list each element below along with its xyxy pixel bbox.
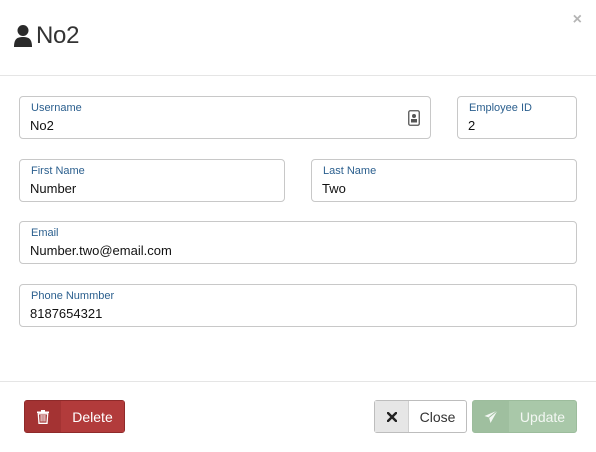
- delete-button[interactable]: Delete: [24, 400, 125, 433]
- phone-input[interactable]: [30, 306, 475, 321]
- last-name-input[interactable]: [322, 181, 534, 196]
- close-button[interactable]: Close: [374, 400, 467, 433]
- update-button[interactable]: Update: [472, 400, 577, 433]
- username-field[interactable]: Username: [19, 96, 431, 139]
- delete-label: Delete: [61, 401, 124, 432]
- edit-user-modal: No2 × Username Employee ID First Name La…: [0, 0, 596, 451]
- username-input[interactable]: [30, 118, 358, 133]
- email-field[interactable]: Email: [19, 221, 577, 264]
- contact-card-icon[interactable]: [408, 110, 420, 126]
- email-label: Email: [31, 227, 59, 239]
- email-input[interactable]: [30, 243, 475, 258]
- update-label: Update: [519, 408, 566, 425]
- employee-id-field[interactable]: Employee ID: [457, 96, 577, 139]
- modal-header: No2 ×: [0, 0, 596, 76]
- employee-id-label: Employee ID: [469, 102, 532, 114]
- user-icon: [14, 25, 32, 47]
- first-name-input[interactable]: [30, 181, 242, 196]
- phone-field[interactable]: Phone Nummber: [19, 284, 577, 327]
- employee-id-input[interactable]: [468, 118, 563, 133]
- last-name-field[interactable]: Last Name: [311, 159, 577, 202]
- trash-icon: [25, 401, 61, 432]
- page-title: No2: [36, 22, 80, 49]
- phone-label: Phone Nummber: [31, 290, 115, 302]
- username-label: Username: [31, 102, 82, 114]
- modal-title-wrap: No2: [14, 22, 79, 50]
- first-name-label: First Name: [31, 165, 85, 177]
- close-icon: [375, 401, 409, 432]
- close-label: Close: [419, 408, 456, 425]
- first-name-field[interactable]: First Name: [19, 159, 285, 202]
- send-icon: [473, 401, 509, 432]
- close-icon[interactable]: ×: [573, 12, 582, 28]
- last-name-label: Last Name: [323, 165, 377, 177]
